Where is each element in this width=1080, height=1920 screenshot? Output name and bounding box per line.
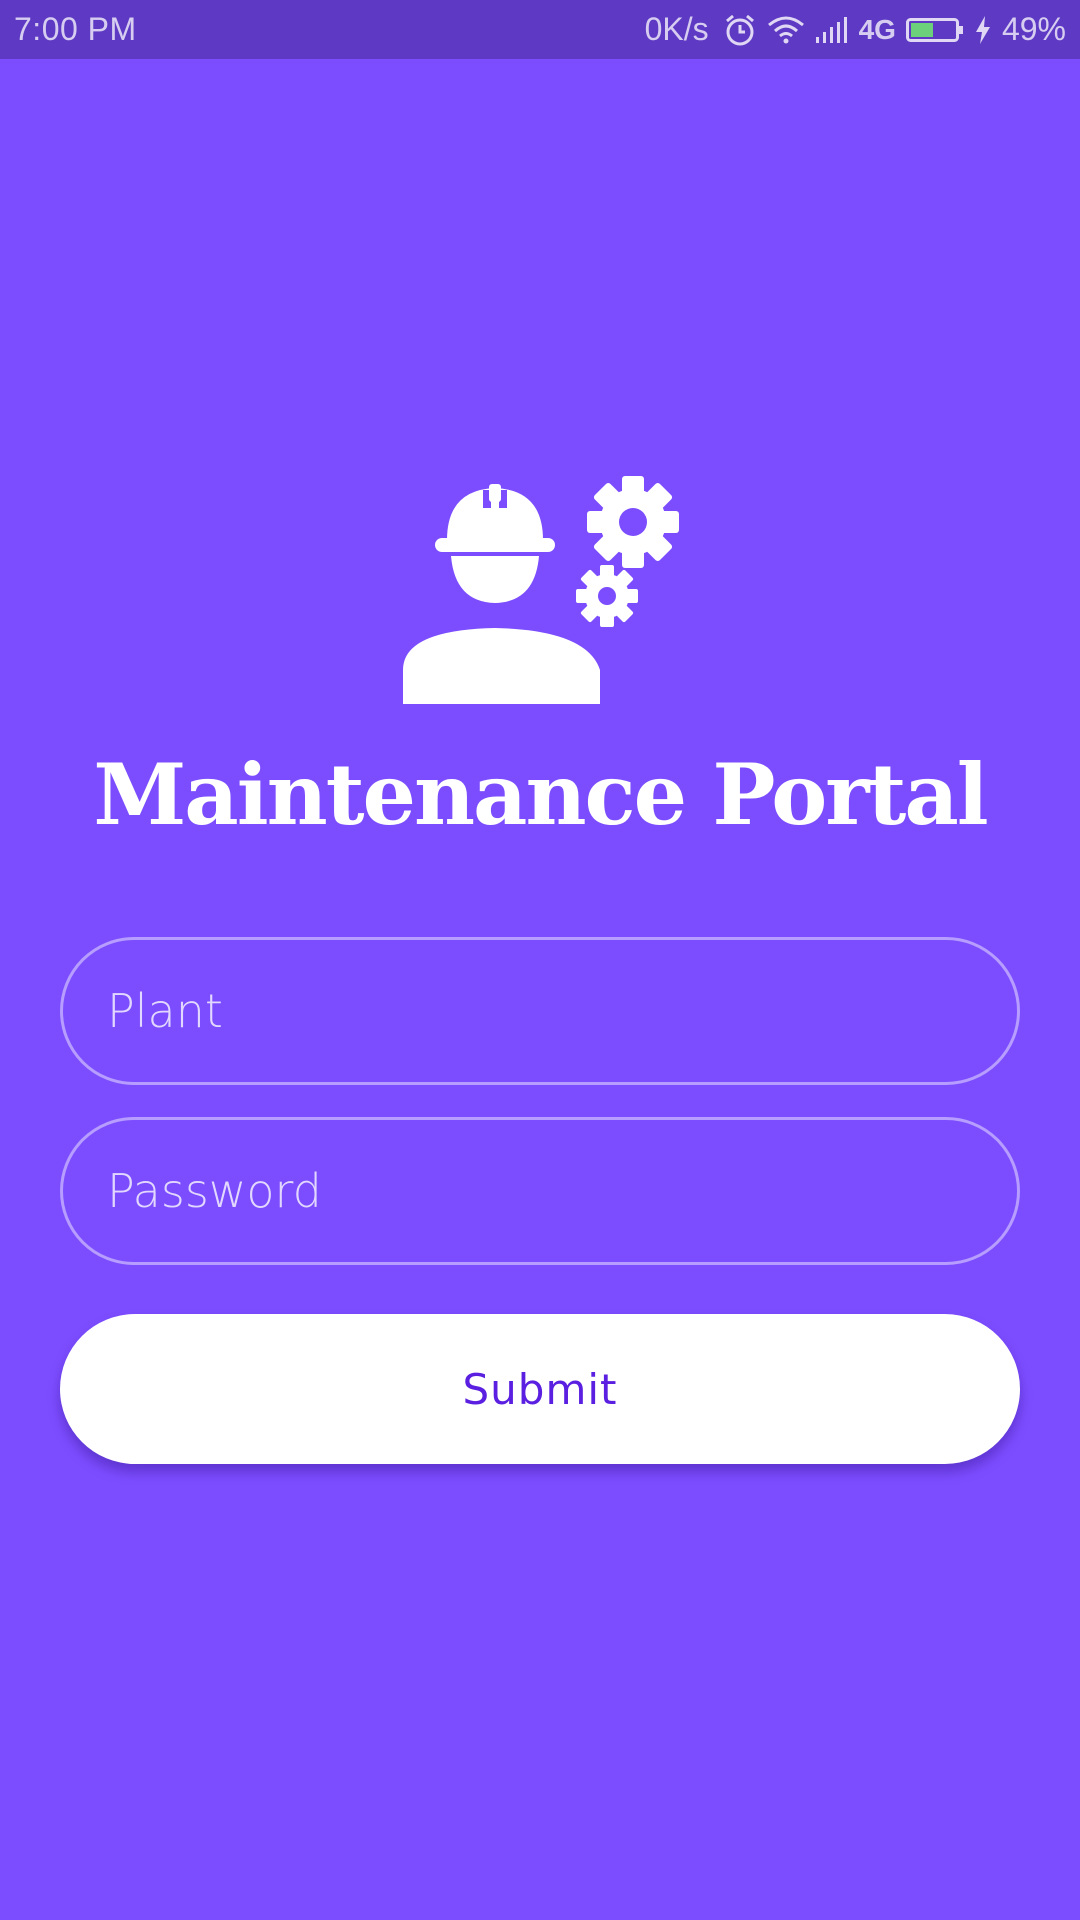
alarm-icon [723,13,757,47]
submit-button[interactable]: Submit [60,1314,1020,1464]
charging-icon [974,15,992,45]
plant-input[interactable] [60,937,1020,1085]
maintenance-worker-gears-icon [395,470,685,710]
status-bar: 7:00 PM 0K/s 4G 49% [0,0,1080,59]
signal-icon [815,15,849,45]
battery-percent: 49% [1001,11,1066,47]
network-type: 4G [858,13,896,45]
net-speed: 0K/s [644,11,709,47]
status-indicators: 0K/s 4G 49% [645,11,1066,48]
wifi-icon [767,15,805,45]
page-title: Maintenance Portal [93,745,988,844]
password-input[interactable] [60,1117,1020,1265]
status-time: 7:00 PM [14,11,137,47]
battery-icon [905,16,964,44]
